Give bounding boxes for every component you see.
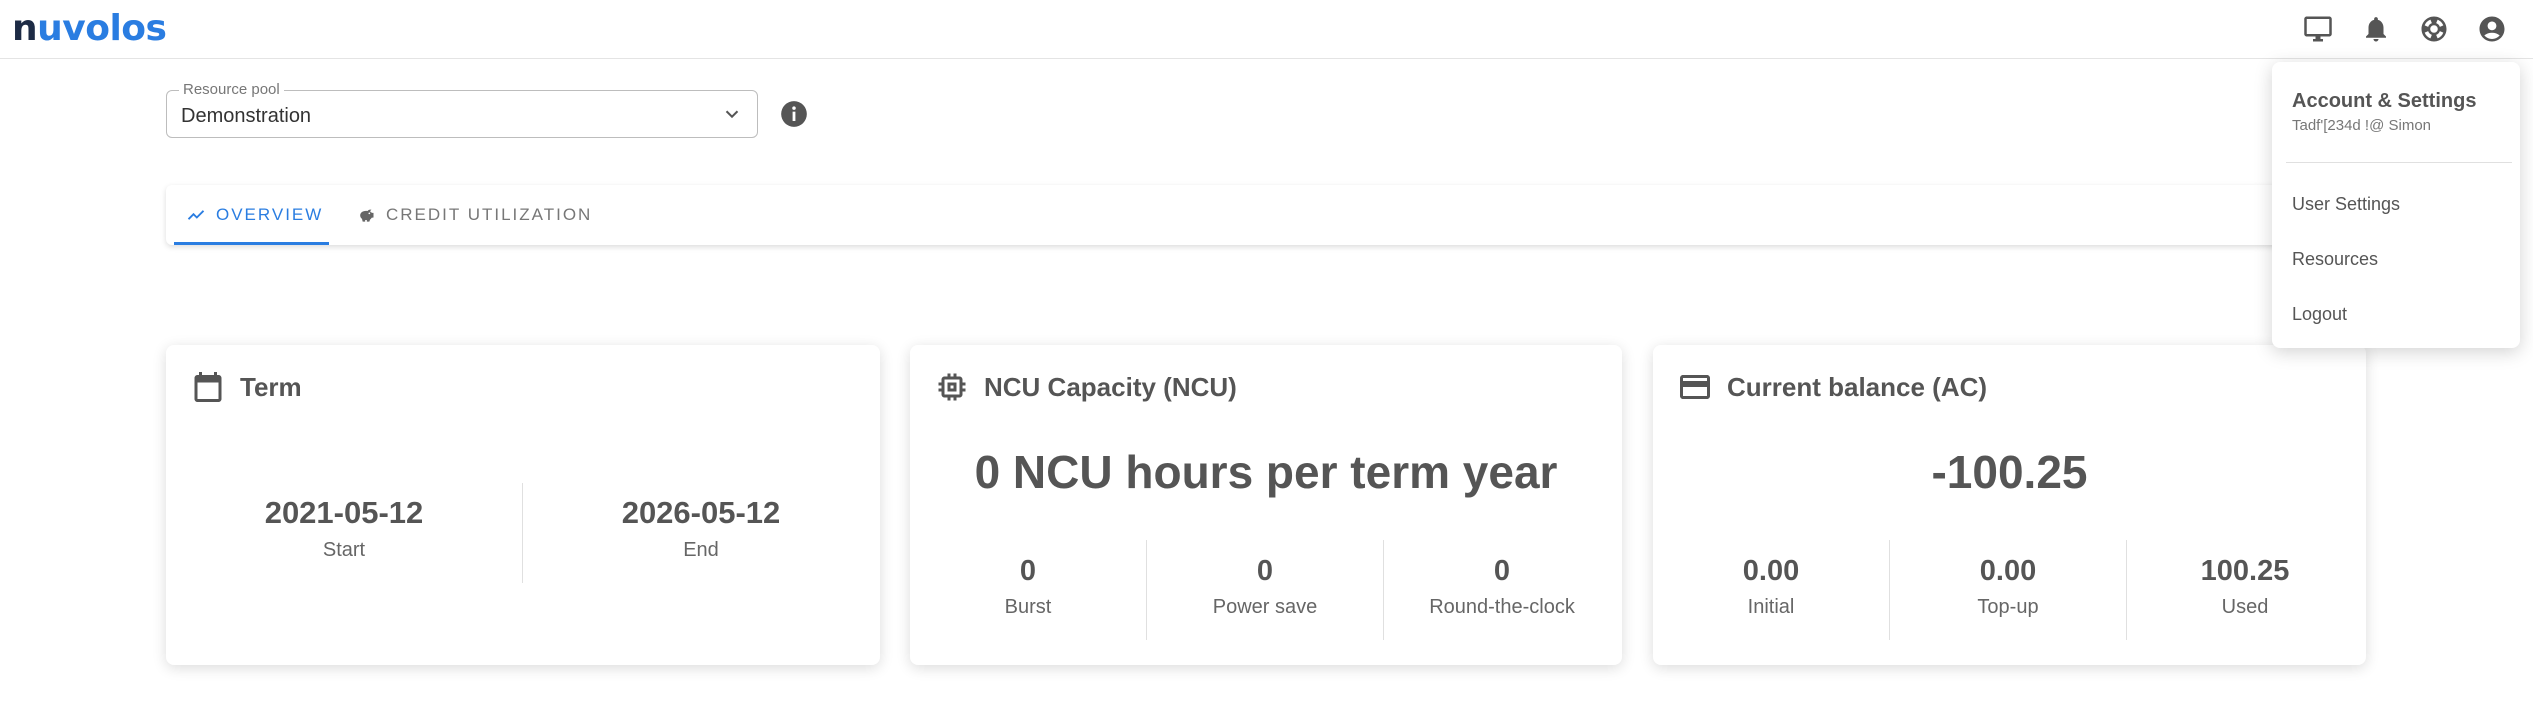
term-end-label: End: [683, 539, 719, 561]
balance-stat-initial: 0.00 Initial: [1653, 555, 1889, 619]
resource-pool-select[interactable]: Resource pool Demonstration: [166, 81, 758, 138]
stat-label: Initial: [1747, 596, 1795, 618]
tab-overview[interactable]: OVERVIEW: [174, 185, 329, 245]
tab-credit-label: CREDIT UTILIZATION: [386, 205, 593, 224]
stat-value: 0: [1019, 555, 1037, 587]
ncu-stat-burst: 0 Burst: [910, 555, 1146, 619]
ncu-card-title: NCU Capacity (NCU): [984, 371, 1237, 402]
term-end-date: 2026-05-12: [621, 495, 781, 530]
stat-value: 0: [1256, 555, 1274, 587]
stat-value: 100.25: [2200, 555, 2290, 587]
balance-card-title: Current balance (AC): [1727, 371, 1988, 402]
current-balance-card: Current balance (AC) -100.25 0.00 Initia…: [1653, 345, 2366, 665]
divider: [2286, 162, 2512, 163]
term-card-title: Term: [240, 371, 302, 402]
stat-value: 0.00: [1742, 555, 1800, 587]
account-menu: Account & Settings Tadf'[234d !@ Simon U…: [2272, 62, 2520, 348]
term-end: 2026-05-12 End: [523, 495, 879, 562]
stat-label: Top-up: [1977, 596, 2039, 618]
ncu-stat-power-save: 0 Power save: [1147, 555, 1383, 619]
balance-stat-top-up: 0.00 Top-up: [1890, 555, 2126, 619]
account-user-name: Tadf'[234d !@ Simon: [2292, 117, 2431, 134]
balance-stat-used: 100.25 Used: [2127, 555, 2363, 619]
top-app-bar: nuvolos: [0, 0, 2533, 59]
tab-bar: OVERVIEW CREDIT UTILIZATION: [166, 185, 2366, 245]
resource-pool-label: Resource pool: [179, 81, 284, 98]
calendar-icon: [194, 372, 222, 402]
stat-label: Power save: [1212, 596, 1318, 618]
menu-item-resources[interactable]: Resources: [2292, 249, 2378, 270]
stat-value: 0: [1493, 555, 1511, 587]
stat-label: Burst: [1004, 596, 1052, 618]
cpu-chip-icon: [938, 373, 966, 401]
balance-headline: -100.25: [1931, 446, 2088, 498]
ncu-stat-round-the-clock: 0 Round-the-clock: [1384, 555, 1620, 619]
account-icon[interactable]: [2475, 12, 2509, 46]
term-card: Term 2021-05-12 Start 2026-05-12 End: [166, 345, 880, 665]
lifebuoy-icon[interactable]: [2417, 12, 2451, 46]
piggy-bank-icon: [360, 209, 374, 222]
ncu-headline: 0 NCU hours per term year: [974, 446, 1558, 498]
top-bar-actions: [2301, 12, 2533, 46]
term-start: 2021-05-12 Start: [166, 495, 522, 562]
stat-value: 0.00: [1979, 555, 2037, 587]
active-tab-indicator: [174, 242, 329, 245]
stat-label: Used: [2221, 596, 2269, 618]
bell-icon[interactable]: [2359, 12, 2393, 46]
info-icon[interactable]: [780, 100, 808, 128]
trending-icon: [187, 210, 205, 220]
resource-pool-value: Demonstration: [181, 105, 312, 127]
account-menu-title: Account & Settings: [2292, 90, 2477, 112]
nuvolos-logo[interactable]: nuvolos: [12, 8, 167, 49]
tab-overview-label: OVERVIEW: [216, 205, 324, 224]
tab-credit-utilization[interactable]: CREDIT UTILIZATION: [356, 185, 592, 245]
ncu-capacity-card: NCU Capacity (NCU) 0 NCU hours per term …: [910, 345, 1622, 665]
credit-card-icon: [1680, 375, 1710, 399]
desktop-icon[interactable]: [2301, 12, 2335, 46]
menu-item-user-settings[interactable]: User Settings: [2292, 194, 2400, 215]
term-start-label: Start: [322, 539, 366, 561]
term-start-date: 2021-05-12: [264, 495, 424, 530]
stat-label: Round-the-clock: [1429, 596, 1575, 618]
chevron-down-icon[interactable]: [721, 103, 743, 125]
menu-item-logout[interactable]: Logout: [2292, 304, 2347, 325]
